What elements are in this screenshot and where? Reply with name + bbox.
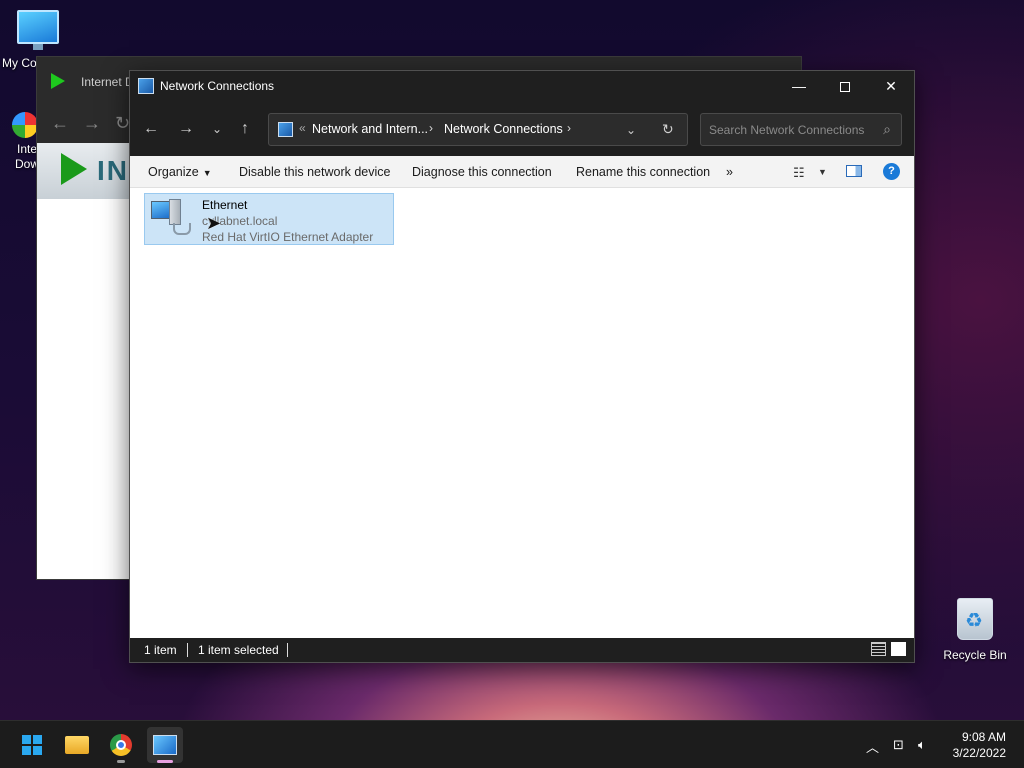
titlebar[interactable]: Network Connections — ✕ [130, 71, 914, 102]
disable-device-button[interactable]: Disable this network device [239, 165, 390, 179]
organize-label: Organize [148, 165, 199, 179]
back-icon: ← [51, 113, 69, 133]
volume-icon[interactable]: 🔈︎ [918, 737, 926, 753]
view-caret-down-icon[interactable]: ▼ [818, 167, 827, 177]
network-adapter-icon [149, 199, 193, 239]
minimize-icon: — [792, 78, 806, 94]
mouse-cursor-icon: ➤ [206, 213, 222, 233]
taskbar: ︿ ⊡ 🔈︎ 9:08 AM 3/22/2022 [0, 720, 1024, 768]
folder-icon [65, 736, 89, 754]
address-bar-row: ← → ⌄ ↑ « Network and Intern... › Networ… [130, 102, 914, 156]
command-bar: Organize ▼ Disable this network device Di… [130, 156, 914, 188]
show-hidden-icons-chevron-up-icon[interactable]: ︿ [866, 737, 879, 756]
up-button[interactable]: ↑ [230, 114, 260, 144]
reload-icon: ↻ [115, 113, 131, 133]
preview-pane-icon[interactable] [846, 165, 862, 177]
arrow-left-icon: ← [143, 120, 159, 137]
forward-icon: → [83, 113, 101, 133]
recent-locations-button[interactable]: ⌄ [202, 114, 232, 144]
background-window-title: Internet D [81, 75, 134, 89]
maximize-button[interactable] [822, 71, 868, 102]
organize-button[interactable]: Organize ▼ [148, 165, 212, 179]
arrow-right-icon: → [178, 120, 194, 137]
clock[interactable]: 9:08 AM 3/22/2022 [953, 729, 1006, 761]
start-button[interactable] [14, 727, 50, 763]
refresh-icon[interactable]: ↻ [662, 121, 674, 138]
breadcrumb-network-and-internet[interactable]: Network and Intern... [312, 122, 428, 136]
desktop-icon-idm[interactable]: Inte Dow [0, 112, 40, 172]
taskbar-network-connections[interactable] [147, 727, 183, 763]
control-panel-icon [278, 122, 293, 137]
breadcrumb-separator[interactable]: › [567, 121, 571, 135]
close-icon: ✕ [885, 78, 897, 94]
status-selected-count: 1 item selected [198, 643, 279, 657]
items-view[interactable]: Ethernet cyllabnet.local Red Hat VirtIO … [130, 188, 914, 638]
status-item-count: 1 item [144, 643, 177, 657]
window-title: Network Connections [160, 79, 275, 93]
search-input[interactable]: Search Network Connections ⌕ [700, 113, 902, 146]
search-icon: ⌕ [883, 121, 891, 137]
close-button[interactable]: ✕ [868, 71, 914, 102]
breadcrumb-separator[interactable]: › [429, 121, 433, 135]
internet-download-manager-icon [12, 112, 38, 138]
network-connections-icon [153, 735, 177, 755]
status-divider [187, 643, 188, 657]
status-bar: 1 item 1 item selected [130, 638, 914, 662]
clock-time: 9:08 AM [961, 730, 1006, 744]
forward-button[interactable]: → [171, 114, 201, 144]
details-view-icon[interactable] [871, 642, 886, 656]
arrow-up-icon: ↑ [241, 120, 249, 137]
windows-logo-icon [22, 735, 42, 755]
breadcrumb-network-connections[interactable]: Network Connections [444, 122, 563, 136]
idm-logo-icon [51, 73, 65, 89]
taskbar-file-explorer[interactable] [59, 727, 95, 763]
more-commands-button[interactable]: » [726, 165, 733, 179]
caret-down-icon: ▼ [202, 168, 212, 178]
status-divider [287, 643, 288, 657]
breadcrumb-overflow[interactable]: « [299, 121, 306, 135]
network-item-name: Ethernet [202, 198, 248, 212]
maximize-icon [840, 82, 850, 93]
chrome-icon [110, 734, 132, 756]
recycle-bin-icon [957, 598, 993, 640]
taskbar-chrome[interactable] [103, 727, 139, 763]
desktop-icon-recycle-bin[interactable]: Recycle Bin [937, 598, 1013, 662]
rename-connection-button[interactable]: Rename this connection [576, 165, 710, 179]
idm-banner-logo-icon [61, 153, 87, 185]
network-item-ethernet[interactable]: Ethernet cyllabnet.local Red Hat VirtIO … [144, 193, 394, 245]
help-icon[interactable]: ? [883, 163, 900, 180]
network-tray-icon[interactable]: ⊡ [893, 737, 904, 753]
diagnose-connection-button[interactable]: Diagnose this connection [412, 165, 552, 179]
back-button[interactable]: ← [136, 114, 166, 144]
clock-date: 3/22/2022 [952, 746, 1006, 760]
address-box[interactable]: « Network and Intern... › Network Connec… [268, 113, 688, 146]
address-history-chevron-icon[interactable]: ⌄ [626, 123, 636, 137]
minimize-button[interactable]: — [776, 71, 822, 102]
change-view-icon[interactable]: ☷ [793, 165, 805, 181]
desktop-icon-label: Recycle Bin [943, 648, 1007, 662]
network-connections-icon [138, 78, 154, 94]
computer-icon [17, 10, 59, 50]
network-connections-window[interactable]: Network Connections — ✕ ← → ⌄ ↑ « Networ… [129, 70, 915, 663]
search-placeholder: Search Network Connections [709, 123, 865, 137]
tiles-view-icon[interactable] [891, 642, 906, 656]
running-indicator [117, 760, 125, 763]
active-indicator [157, 760, 173, 763]
chevron-down-icon: ⌄ [211, 122, 223, 136]
network-item-adapter: Red Hat VirtIO Ethernet Adapter [202, 230, 374, 244]
